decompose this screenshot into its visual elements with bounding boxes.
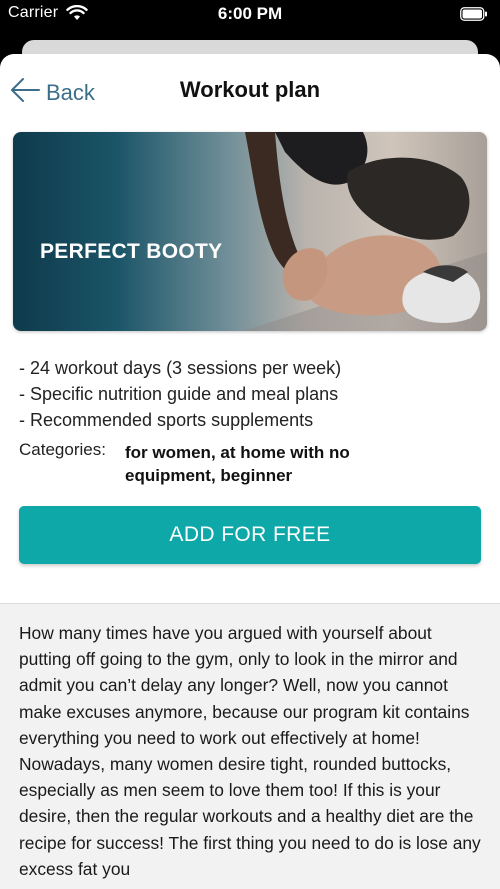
- feature-item: - 24 workout days (3 sessions per week): [19, 358, 342, 378]
- battery-icon: [460, 6, 488, 26]
- page-title: Workout plan: [179, 77, 321, 102]
- categories-value: for women, at home with no equipment, be…: [125, 443, 350, 485]
- feature-item: - Recommended sports supplements: [19, 410, 314, 430]
- workout-plan-sheet: Back Workout plan PERFECT BOOTY - 24 wor…: [0, 54, 500, 889]
- plan-description: How many times have you argued with your…: [19, 623, 481, 879]
- description-section[interactable]: How many times have you argued with your…: [0, 604, 500, 889]
- feature-item: - Specific nutrition guide and meal plan…: [19, 384, 339, 404]
- categories-label: Categories:: [19, 440, 106, 459]
- plan-features-list: - 24 workout days (3 sessions per week) …: [19, 355, 489, 433]
- hero-photo-illustration: [243, 132, 487, 331]
- plan-name: PERFECT BOOTY: [40, 240, 223, 263]
- plan-hero-image: PERFECT BOOTY: [13, 132, 487, 331]
- add-for-free-button[interactable]: ADD FOR FREE: [19, 506, 481, 564]
- status-bar: Carrier 6:00 PM: [0, 0, 500, 30]
- status-time: 6:00 PM: [217, 4, 283, 23]
- navigation-bar: Back Workout plan: [0, 54, 500, 126]
